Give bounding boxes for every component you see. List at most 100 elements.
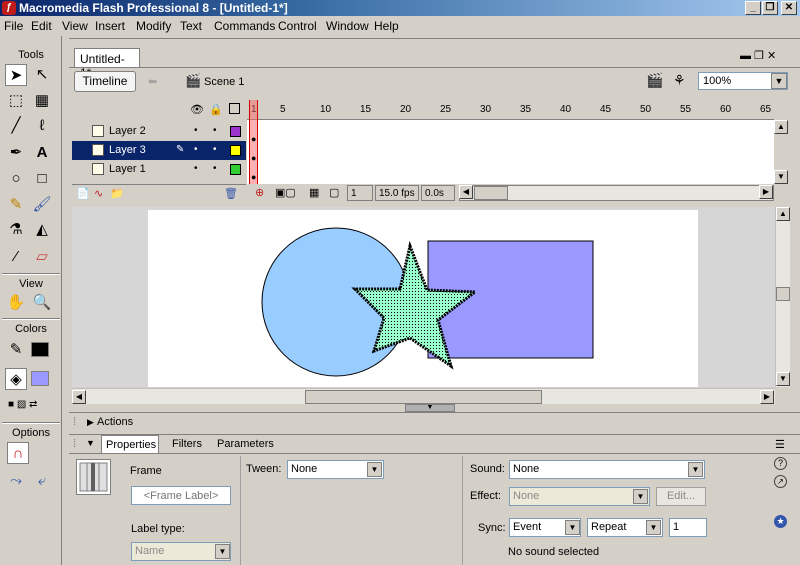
onion-skin-icon[interactable]: ▣▢ [275,186,296,199]
document-tab[interactable]: Untitled-1* [74,48,140,80]
edit-button[interactable]: Edit... [656,487,706,506]
outline-all-icon[interactable] [229,103,240,114]
stage-vscroll-thumb[interactable] [776,287,790,301]
layer-row[interactable]: Layer 2 • • [72,122,246,141]
lock-dot-icon[interactable]: • [213,125,217,136]
close-button[interactable]: ✕ [781,1,797,15]
restore-button[interactable]: ❐ [762,1,778,15]
swap-colors-icon[interactable]: ■ ▧ ⇄ [8,399,37,410]
menu-commands[interactable]: Commands [214,19,275,33]
paint-bucket-tool-icon[interactable]: ◭ [31,219,53,241]
menu-view[interactable]: View [62,19,88,33]
timeline-hscroll-thumb[interactable] [474,186,508,200]
line-tool-icon[interactable]: ╱ [5,115,27,137]
rectangle-tool-icon[interactable]: □ [31,168,53,190]
scroll-down-arrow[interactable]: ▼ [774,170,788,184]
chevron-down-icon[interactable]: ▼ [565,520,580,535]
menu-text[interactable]: Text [180,19,202,33]
show-hide-all-icon[interactable]: 👁 [190,103,204,116]
scroll-right-arrow[interactable]: ▶ [759,185,773,199]
edit-symbol-icon[interactable]: ⚘ [673,72,686,89]
text-tool-icon[interactable]: A [31,142,53,164]
menu-file[interactable]: File [4,19,23,33]
menu-help[interactable]: Help [374,19,399,33]
eyedropper-tool-icon[interactable]: ⁄ [5,246,27,268]
collapse-arrow-icon[interactable]: ▼ [86,438,95,448]
effect-select[interactable]: None [509,487,650,506]
pencil-tool-icon[interactable]: ✎ [5,194,27,216]
hand-tool-icon[interactable]: ✋ [5,292,27,314]
edit-multiple-frames-icon[interactable]: ▢ [329,186,339,199]
tab-properties[interactable]: Properties [101,435,159,454]
chevron-down-icon[interactable]: ▼ [771,73,787,89]
chevron-down-icon[interactable]: ▼ [367,462,382,477]
help-icon[interactable]: ? [774,457,787,470]
timeline-vscroll[interactable]: ▲ ▼ [774,120,790,184]
visible-dot-icon[interactable]: • [194,144,198,155]
back-arrow-icon[interactable]: ⬅ [148,75,157,88]
frame-rate[interactable]: 15.0 fps [375,185,419,201]
panel-options-icon[interactable]: ☰ [775,438,785,451]
lock-all-icon[interactable]: 🔒 [209,103,223,116]
menu-edit[interactable]: Edit [31,19,52,33]
insert-folder-icon[interactable]: 📁 [110,187,124,200]
layer-outline-color[interactable] [230,126,241,137]
visible-dot-icon[interactable]: • [194,125,198,136]
edit-scene-icon[interactable]: 🎬 [646,72,663,89]
repeat-count-input[interactable]: 1 [669,518,707,537]
lock-dot-icon[interactable]: • [213,163,217,174]
frame-ruler[interactable]: 1 5 10 15 20 25 30 35 40 45 50 55 60 65 [247,100,774,120]
brush-tool-icon[interactable]: 🖌 [31,194,53,216]
frame-label-input[interactable] [131,486,231,505]
stage-vscroll[interactable]: ▲ ▼ [775,207,790,387]
accessibility-icon[interactable]: ★ [774,515,787,528]
free-transform-tool-icon[interactable]: ⬚ [5,90,27,112]
oval-tool-icon[interactable]: ○ [5,168,27,190]
document-window-controls[interactable]: ▬ ❐ ✕ [740,49,776,62]
fill-color-swatch[interactable] [31,371,49,386]
center-frame-icon[interactable]: ⊕ [255,186,264,199]
tab-filters[interactable]: Filters [172,438,202,450]
lasso-tool-icon[interactable]: ℓ [31,115,53,137]
eraser-tool-icon[interactable]: ▱ [31,246,53,268]
chevron-down-icon[interactable]: ▼ [646,520,661,535]
edit-properties-icon[interactable]: ↗ [774,475,787,488]
straighten-icon[interactable]: ⤶ [31,470,53,492]
zoom-tool-icon[interactable]: 🔍 [31,292,53,314]
scroll-left-arrow[interactable]: ◀ [72,390,86,404]
fill-color-icon[interactable]: ◈ [5,368,27,390]
snap-to-objects-icon[interactable]: ∩ [7,442,29,464]
minimize-button[interactable]: _ [745,1,761,15]
fill-transform-tool-icon[interactable]: ▦ [31,90,53,112]
layer-outline-color[interactable] [230,164,241,175]
menu-control[interactable]: Control [278,19,317,33]
menu-modify[interactable]: Modify [136,19,171,33]
chevron-down-icon[interactable]: ▼ [688,462,703,477]
layer-row-selected[interactable]: Layer 3 ✎ • • [72,141,246,160]
stroke-color-swatch[interactable] [31,342,49,357]
stage-hscroll[interactable]: ◀ ▶ [72,388,775,404]
scroll-up-arrow[interactable]: ▲ [776,207,790,221]
selection-tool-icon[interactable]: ➤ [5,64,27,86]
layer-row[interactable]: Layer 1 • • [72,160,246,179]
sound-select[interactable]: None [509,460,705,479]
scroll-right-arrow[interactable]: ▶ [760,390,774,404]
ink-bottle-tool-icon[interactable]: ⚗ [5,219,27,241]
expand-arrow-icon[interactable]: ▶ [87,417,94,428]
lock-dot-icon[interactable]: • [213,144,217,155]
scroll-down-arrow[interactable]: ▼ [776,372,790,386]
timeline-button[interactable]: Timeline [74,71,136,92]
stage[interactable] [148,210,698,387]
layer-outline-color[interactable] [230,145,241,156]
scroll-up-arrow[interactable]: ▲ [774,120,788,134]
visible-dot-icon[interactable]: • [194,163,198,174]
subselection-tool-icon[interactable]: ↖ [31,64,53,86]
pen-tool-icon[interactable]: ✒ [5,142,27,164]
chevron-down-icon[interactable]: ▼ [633,489,648,504]
stage-hscroll-thumb[interactable] [305,390,542,404]
chevron-down-icon[interactable]: ▼ [215,544,230,559]
delete-layer-icon[interactable]: 🗑 [224,187,238,200]
add-motion-guide-icon[interactable]: ∿ [94,187,103,200]
actions-panel-header[interactable]: ⁞ ▶ Actions [69,412,800,432]
panel-collapse-handle[interactable]: ▼ [405,404,455,412]
